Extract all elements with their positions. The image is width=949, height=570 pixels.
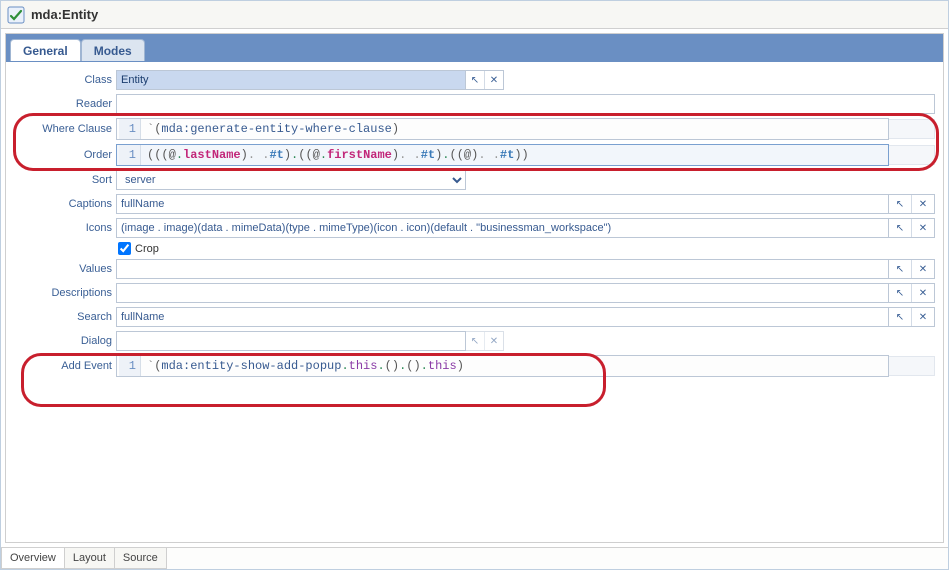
entity-icon xyxy=(7,6,25,24)
label-add-event: Add Event xyxy=(6,360,116,372)
class-clear-button[interactable]: ✕ xyxy=(484,71,503,89)
addevent-spacer xyxy=(889,356,935,376)
close-icon: ✕ xyxy=(919,264,927,275)
label-captions: Captions xyxy=(6,198,116,210)
sort-select[interactable]: server xyxy=(116,170,466,190)
crop-label: Crop xyxy=(135,243,159,255)
captions-pick-button[interactable]: ↖ xyxy=(889,195,911,213)
arrow-icon: ↖ xyxy=(896,288,904,299)
arrow-icon: ↖ xyxy=(471,336,479,347)
label-reader: Reader xyxy=(6,98,116,110)
search-pick-button[interactable]: ↖ xyxy=(889,308,911,326)
bottom-tab-overview[interactable]: Overview xyxy=(1,548,65,569)
close-icon: ✕ xyxy=(919,312,927,323)
captions-clear-button[interactable]: ✕ xyxy=(911,195,934,213)
titlebar: mda:Entity xyxy=(1,1,948,29)
where-clause-input[interactable]: 1 `(mda:generate-entity-where-clause) xyxy=(116,118,889,140)
search-input[interactable] xyxy=(116,307,889,327)
label-sort: Sort xyxy=(6,174,116,186)
add-event-code: `(mda:entity-show-add-popup.this.().().t… xyxy=(141,359,464,373)
where-code: `(mda:generate-entity-where-clause) xyxy=(141,122,399,136)
close-icon: ✕ xyxy=(919,223,927,234)
label-dialog: Dialog xyxy=(6,335,116,347)
label-search: Search xyxy=(6,311,116,323)
reader-input[interactable] xyxy=(116,94,935,114)
search-clear-button[interactable]: ✕ xyxy=(911,308,934,326)
values-clear-button[interactable]: ✕ xyxy=(911,260,934,278)
label-class: Class xyxy=(6,74,116,86)
crop-checkbox[interactable]: Crop xyxy=(118,242,159,255)
dialog-clear-button[interactable]: ✕ xyxy=(484,332,503,350)
label-order: Order xyxy=(6,149,116,161)
order-input[interactable]: 1 (((@.lastName). .#t).((@.firstName). .… xyxy=(116,144,889,166)
tab-modes[interactable]: Modes xyxy=(81,39,145,61)
arrow-icon: ↖ xyxy=(471,75,479,86)
bottom-tabs: Overview Layout Source xyxy=(1,547,948,569)
close-icon: ✕ xyxy=(919,288,927,299)
descriptions-pick-button[interactable]: ↖ xyxy=(889,284,911,302)
class-input[interactable] xyxy=(116,70,466,90)
tab-general[interactable]: General xyxy=(10,39,81,61)
where-spacer xyxy=(889,119,935,139)
top-tabs: General Modes xyxy=(6,34,943,62)
bottom-tab-source[interactable]: Source xyxy=(115,548,167,569)
gutter: 1 xyxy=(119,119,141,139)
arrow-icon: ↖ xyxy=(896,223,904,234)
close-icon: ✕ xyxy=(490,336,498,347)
arrow-icon: ↖ xyxy=(896,199,904,210)
close-icon: ✕ xyxy=(490,75,498,86)
label-icons: Icons xyxy=(6,222,116,234)
descriptions-clear-button[interactable]: ✕ xyxy=(911,284,934,302)
add-event-input[interactable]: 1 `(mda:entity-show-add-popup.this.().()… xyxy=(116,355,889,377)
close-icon: ✕ xyxy=(919,199,927,210)
dialog-input[interactable] xyxy=(116,331,466,351)
label-descriptions: Descriptions xyxy=(6,287,116,299)
label-values: Values xyxy=(6,263,116,275)
icons-input[interactable] xyxy=(116,218,889,238)
values-input[interactable] xyxy=(116,259,889,279)
editor-window: mda:Entity General Modes Class ↖ ✕ Reade… xyxy=(0,0,949,570)
form: Class ↖ ✕ Reader Where Clause 1 xyxy=(6,62,943,377)
descriptions-input[interactable] xyxy=(116,283,889,303)
dialog-pick-button[interactable]: ↖ xyxy=(466,332,484,350)
arrow-icon: ↖ xyxy=(896,264,904,275)
title-text: mda:Entity xyxy=(31,7,98,22)
icons-clear-button[interactable]: ✕ xyxy=(911,219,934,237)
order-code: (((@.lastName). .#t).((@.firstName). .#t… xyxy=(141,148,529,162)
class-pick-button[interactable]: ↖ xyxy=(466,71,484,89)
label-where: Where Clause xyxy=(6,123,116,135)
values-pick-button[interactable]: ↖ xyxy=(889,260,911,278)
bottom-tab-layout[interactable]: Layout xyxy=(65,548,115,569)
arrow-icon: ↖ xyxy=(896,312,904,323)
captions-input[interactable] xyxy=(116,194,889,214)
content-area: General Modes Class ↖ ✕ Reader Where xyxy=(5,33,944,543)
icons-pick-button[interactable]: ↖ xyxy=(889,219,911,237)
order-spacer xyxy=(889,145,935,165)
